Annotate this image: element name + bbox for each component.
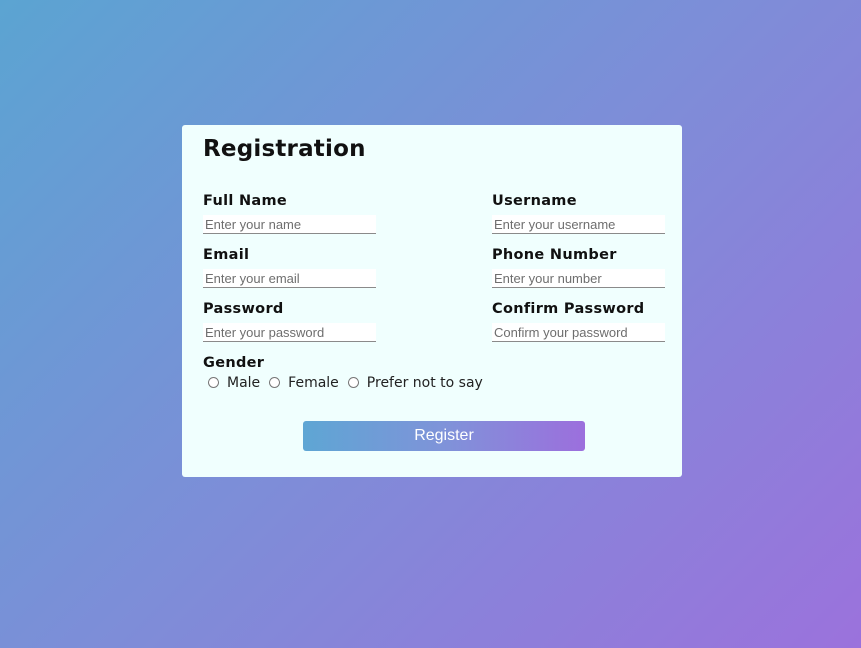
password-group: Password — [203, 299, 376, 342]
gender-female-radio[interactable] — [269, 376, 281, 388]
gender-group: Gender Male Female Prefer not to say — [203, 353, 492, 392]
gender-options: Male Female Prefer not to say — [208, 374, 492, 392]
gender-female-label: Female — [288, 375, 339, 391]
gender-label: Gender — [203, 355, 265, 371]
username-group: Username — [492, 191, 665, 234]
phone-input[interactable] — [492, 269, 665, 288]
password-input[interactable] — [203, 323, 376, 342]
confirm-password-input[interactable] — [492, 323, 665, 342]
username-input[interactable] — [492, 215, 665, 234]
gender-male-radio[interactable] — [208, 376, 219, 388]
password-label: Password — [203, 301, 284, 317]
gender-option-prefer-not[interactable]: Prefer not to say — [347, 374, 483, 392]
email-group: Email — [203, 245, 376, 288]
phone-group: Phone Number — [492, 245, 665, 288]
page-background: { "form": { "title": "Registration", "fi… — [0, 0, 861, 648]
full-name-label: Full Name — [203, 193, 288, 209]
register-button[interactable]: Register — [303, 421, 585, 451]
gender-prefer-not-radio[interactable] — [347, 376, 359, 388]
full-name-input[interactable] — [203, 215, 376, 234]
full-name-group: Full Name — [203, 191, 376, 234]
username-label: Username — [492, 193, 577, 209]
form-title: Registration — [203, 136, 366, 162]
confirm-password-label: Confirm Password — [492, 301, 645, 317]
phone-label: Phone Number — [492, 247, 617, 263]
gender-option-female[interactable]: Female — [269, 374, 339, 392]
gender-prefer-not-label: Prefer not to say — [366, 375, 483, 391]
registration-card: Registration Full Name Username Email Ph… — [182, 125, 682, 477]
email-label: Email — [203, 247, 250, 263]
gender-option-male[interactable]: Male — [208, 374, 260, 392]
confirm-password-group: Confirm Password — [492, 299, 665, 342]
email-input[interactable] — [203, 269, 376, 288]
gender-male-label: Male — [227, 375, 261, 391]
